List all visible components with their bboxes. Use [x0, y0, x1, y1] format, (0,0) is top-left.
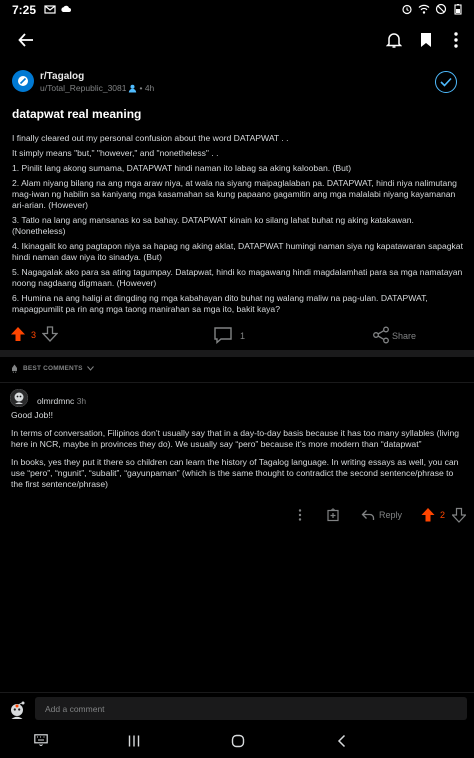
bookmark-icon [421, 33, 431, 47]
post-paragraph: 5. Nagagalak ako para sa ating tagumpay.… [12, 267, 463, 288]
post-age: • 4h [139, 83, 155, 93]
post-paragraph: 6. Humina na ang haligi at dingding ng m… [12, 293, 428, 314]
post-vote-count: 3 [31, 330, 37, 340]
post-action-bar: 3 1 Share [0, 320, 474, 350]
comment-paragraph: In books, yes they put it there so child… [11, 457, 459, 489]
email-icon [44, 5, 56, 14]
battery-icon [454, 4, 462, 15]
post-paragraph: It simply means "but," "however," and "n… [12, 148, 219, 158]
system-nav-bar [0, 724, 474, 758]
joined-button[interactable] [435, 71, 457, 93]
avatar[interactable] [10, 389, 28, 407]
comment-sort-dropdown[interactable]: BEST COMMENTS [10, 361, 94, 375]
post-paragraph: 2. Alam niyang bilang na ang mga araw ni… [12, 178, 457, 210]
post-paragraph: 1. Pinilit lang akong sumama, DATAPWAT h… [12, 163, 352, 173]
rocket-icon [12, 364, 17, 373]
subreddit-avatar[interactable] [12, 70, 34, 92]
comment-age: 3h [76, 396, 87, 406]
check-icon [440, 77, 452, 87]
arrow-left-icon [18, 33, 33, 47]
user-icon [129, 84, 137, 92]
share-icon[interactable] [372, 326, 390, 344]
chevron-left-icon[interactable] [335, 734, 349, 748]
more-options-button[interactable] [446, 26, 466, 54]
keyboard-icon[interactable] [34, 734, 48, 746]
compose-bar: Add a comment [0, 692, 474, 724]
post-body: I finally cleared out my personal confus… [12, 133, 464, 319]
subreddit-logo-icon [18, 76, 28, 86]
notifications-button[interactable] [380, 26, 408, 54]
reply-icon[interactable] [361, 508, 375, 522]
cloud-icon [61, 5, 71, 12]
comment-paragraph: Good Job!! [11, 410, 54, 420]
downvote-button[interactable] [42, 326, 58, 342]
recent-apps-icon[interactable] [127, 734, 141, 748]
chevron-down-icon [86, 365, 94, 371]
section-divider [0, 350, 474, 357]
post-comment-count: 1 [240, 331, 246, 341]
upvote-button[interactable] [10, 326, 26, 342]
post: r/Tagalog u/Total_Republic_3081 • 4h dat… [0, 58, 474, 348]
home-icon[interactable] [231, 734, 245, 748]
post-paragraph: 4. Ikinagalit ko ang pagtapon niya sa ha… [12, 241, 463, 262]
award-icon[interactable] [326, 508, 340, 522]
status-bar: 7:25 [0, 0, 474, 22]
avatar[interactable] [6, 698, 28, 720]
more-vertical-icon [454, 32, 458, 48]
comment-icon[interactable] [213, 326, 233, 344]
status-time: 7:25 [12, 3, 37, 17]
post-meta: u/Total_Republic_3081 • 4h [40, 83, 154, 93]
subreddit-name[interactable]: r/Tagalog [40, 71, 84, 82]
comment-paragraph: In terms of conversation, Filipinos don’… [11, 428, 460, 449]
alarm-icon [402, 4, 412, 15]
downvote-button[interactable] [452, 507, 466, 523]
back-button[interactable] [12, 26, 40, 54]
bell-icon [386, 33, 402, 48]
upvote-button[interactable] [421, 507, 435, 523]
post-title: datapwat real meaning [12, 107, 142, 121]
share-button[interactable]: Share [392, 331, 416, 341]
comment-body: Good Job!! In terms of conversation, Fil… [11, 410, 467, 497]
save-post-button[interactable] [414, 26, 438, 54]
comment-author[interactable]: olmrdmnc [37, 396, 74, 406]
add-comment-input[interactable]: Add a comment [35, 697, 467, 720]
sort-label: BEST COMMENTS [23, 364, 83, 372]
post-paragraph: 3. Tatlo na lang ang mansanas ko sa baha… [12, 215, 414, 236]
post-paragraph: I finally cleared out my personal confus… [12, 133, 289, 143]
reply-button[interactable]: Reply [379, 510, 402, 520]
wifi-icon [418, 4, 430, 14]
post-author[interactable]: u/Total_Republic_3081 [40, 83, 126, 93]
comment-vote-count: 2 [440, 510, 446, 520]
more-vertical-icon[interactable] [293, 508, 307, 522]
app-bar [0, 22, 474, 58]
do-not-disturb-icon [435, 3, 447, 15]
comment-action-bar: Reply 2 [0, 505, 474, 525]
